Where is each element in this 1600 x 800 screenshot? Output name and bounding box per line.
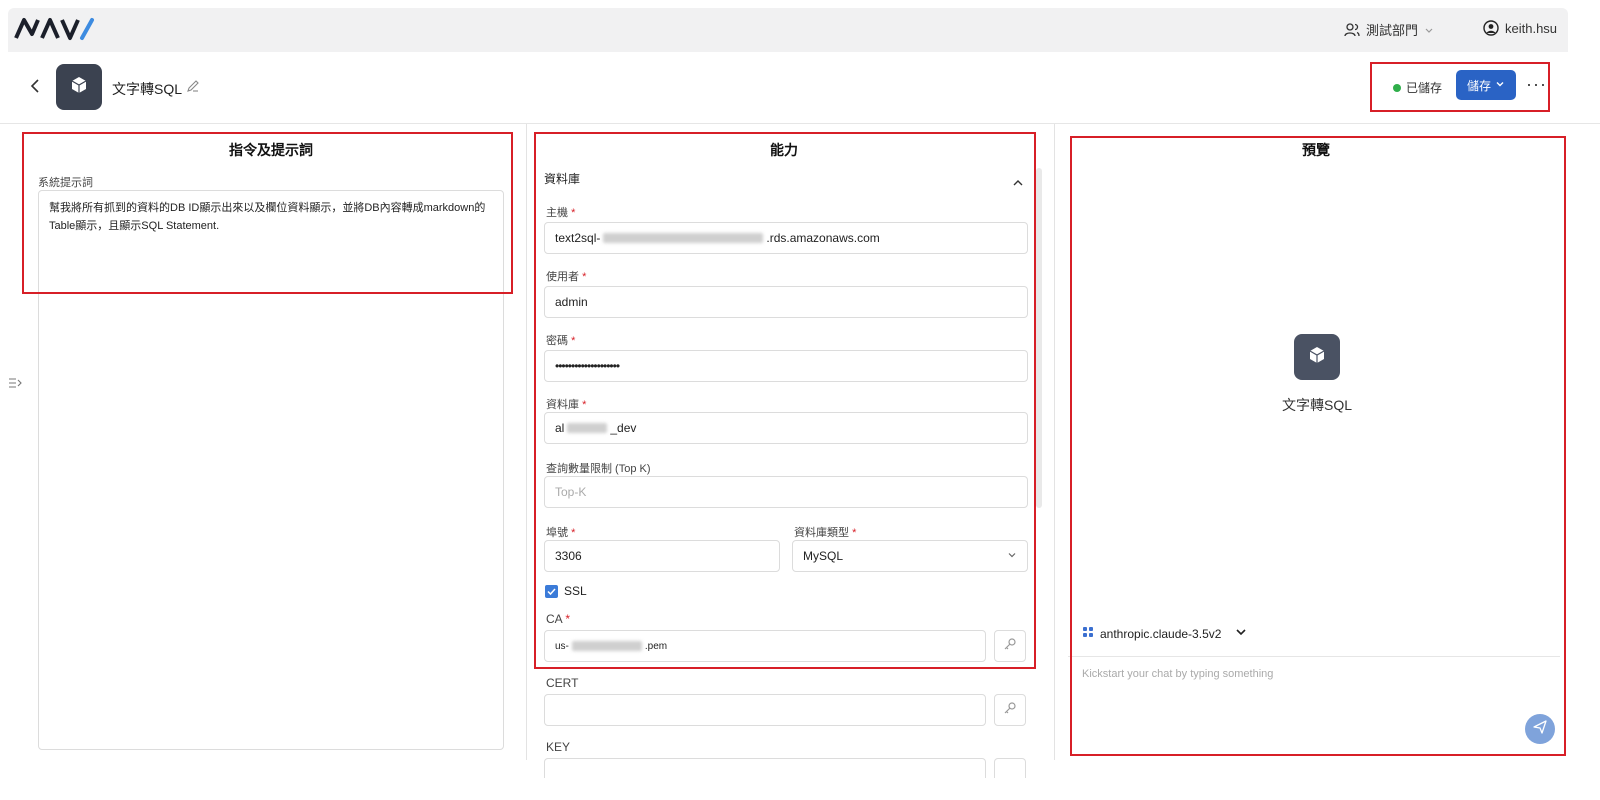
highlight-box-preview	[1070, 136, 1566, 756]
navi-logo[interactable]	[14, 16, 98, 42]
department-switcher[interactable]: 測試部門	[1344, 20, 1434, 39]
ca-key-button[interactable]	[994, 630, 1026, 662]
chat-input[interactable]: Kickstart your chat by typing something	[1082, 668, 1273, 680]
save-button-label: 儲存	[1466, 78, 1491, 93]
status-dot	[1393, 83, 1401, 92]
host-prefix: text2sql-	[555, 231, 601, 245]
key-icon	[1003, 701, 1017, 720]
ssl-label: SSL	[564, 584, 587, 598]
model-name: anthropic.claude-3.5v2	[1100, 626, 1222, 641]
sidebar-expand-icon[interactable]	[8, 376, 22, 393]
database-input[interactable]: al _dev	[544, 412, 1028, 444]
system-prompt-textarea[interactable]: 幫我將所有抓到的資料的DB ID顯示出來以及欄位資料顯示，並將DB內容轉成mar…	[38, 190, 504, 750]
chat-divider	[1068, 656, 1560, 657]
username: keith.hsu	[1505, 20, 1558, 36]
database-prefix: al	[555, 421, 565, 435]
save-status-text: 已儲存	[1406, 81, 1443, 95]
capabilities-scrollbar[interactable]	[1036, 168, 1042, 508]
chevron-down-icon	[1424, 25, 1434, 35]
chevron-down-icon	[1495, 78, 1505, 92]
user-circle-icon	[1483, 20, 1499, 36]
send-button[interactable]	[1525, 714, 1555, 744]
preview-title: 預覽	[1302, 142, 1330, 158]
user-value: admin	[555, 295, 588, 309]
port-input[interactable]: 3306	[544, 540, 780, 572]
user-menu[interactable]: keith.hsu	[1483, 20, 1557, 36]
port-label: 埠號 *	[546, 527, 576, 539]
instructions-title: 指令及提示詞	[229, 142, 313, 158]
preview-app-avatar	[1294, 334, 1340, 380]
send-icon	[1533, 719, 1547, 739]
system-prompt-text: 幫我將所有抓到的資料的DB ID顯示出來以及欄位資料顯示，並將DB內容轉成mar…	[49, 202, 486, 232]
password-label: 密碼 *	[546, 335, 576, 347]
chevron-down-icon	[1007, 549, 1017, 563]
host-input[interactable]: text2sql- .rds.amazonaws.com	[544, 222, 1028, 254]
password-value: ••••••••••••••••••••	[555, 359, 620, 373]
system-prompt-label: 系統提示詞	[38, 177, 93, 189]
redacted-text	[567, 423, 608, 433]
redacted-text	[603, 233, 764, 243]
key-input[interactable]	[544, 758, 986, 778]
key-label: KEY	[546, 740, 571, 754]
dbtype-value: MySQL	[803, 549, 844, 563]
preview-app-title: 文字轉SQL	[1281, 397, 1352, 413]
host-suffix: .rds.amazonaws.com	[766, 231, 880, 245]
app-avatar	[56, 64, 102, 110]
topk-label: 查詢數量限制 (Top K)	[546, 463, 651, 475]
save-button[interactable]: 儲存	[1456, 70, 1516, 100]
user-group-icon	[1344, 22, 1360, 38]
topk-placeholder: Top-K	[555, 485, 587, 499]
save-status: 已儲存	[1393, 79, 1442, 96]
ca-prefix: us-	[555, 640, 569, 652]
topk-input[interactable]: Top-K	[544, 476, 1028, 508]
ca-input[interactable]: us- .pem	[544, 630, 986, 662]
highlight-box-capabilities	[534, 132, 1036, 669]
key-icon	[1003, 637, 1017, 656]
back-arrow-icon[interactable]	[28, 78, 44, 94]
app-title: 文字轉SQL	[112, 81, 183, 97]
dbtype-label: 資料庫類型 *	[794, 527, 857, 539]
cube-icon	[70, 76, 88, 99]
password-input[interactable]: ••••••••••••••••••••	[544, 350, 1028, 382]
cert-label: CERT	[546, 676, 579, 690]
model-selector[interactable]: anthropic.claude-3.5v2	[1082, 626, 1247, 641]
database-section-header[interactable]: 資料庫	[544, 170, 1024, 187]
key-file-button[interactable]	[994, 758, 1026, 778]
host-label: 主機 *	[546, 207, 576, 219]
user-label: 使用者 *	[546, 271, 587, 283]
ca-suffix: .pem	[644, 640, 668, 652]
chevron-up-icon[interactable]	[1012, 176, 1024, 194]
cert-input[interactable]	[544, 694, 986, 726]
database-section-label: 資料庫	[544, 172, 581, 186]
edit-icon[interactable]	[186, 79, 200, 98]
column-divider	[526, 124, 527, 760]
user-input[interactable]: admin	[544, 286, 1028, 318]
capabilities-title: 能力	[770, 142, 798, 158]
more-options-button[interactable]: ···	[1526, 74, 1547, 95]
cert-key-button[interactable]	[994, 694, 1026, 726]
database-suffix: _dev	[610, 421, 637, 435]
app-header: 文字轉SQL 已儲存 儲存 ···	[0, 52, 1600, 124]
column-divider	[1054, 124, 1055, 760]
chevron-down-icon	[1235, 626, 1247, 641]
redacted-text	[571, 641, 642, 651]
database-label: 資料庫 *	[546, 399, 587, 411]
department-name: 測試部門	[1366, 23, 1419, 38]
ssl-checkbox[interactable]	[545, 585, 558, 598]
port-value: 3306	[555, 549, 582, 563]
ca-label: CA *	[546, 612, 571, 626]
cube-icon	[1308, 346, 1326, 369]
top-nav-bar: 測試部門 keith.hsu	[8, 8, 1568, 52]
dbtype-select[interactable]: MySQL	[792, 540, 1028, 572]
model-grid-icon	[1082, 626, 1094, 641]
